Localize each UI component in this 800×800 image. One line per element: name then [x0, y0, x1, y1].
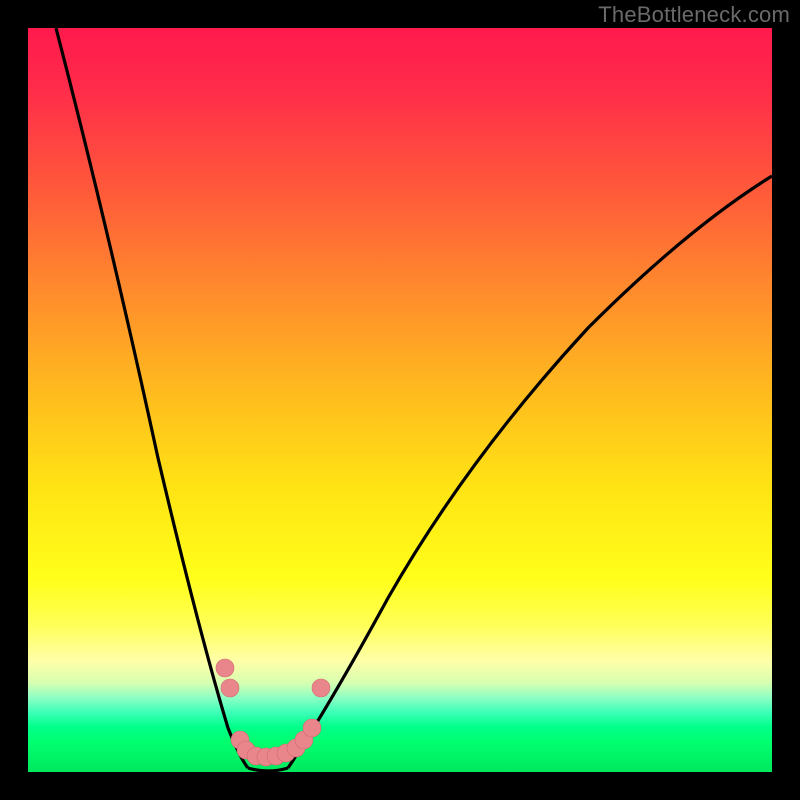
dot-icon — [221, 679, 239, 697]
chart-frame: TheBottleneck.com — [0, 0, 800, 800]
left-curve — [56, 28, 248, 768]
valley-floor — [248, 768, 288, 771]
curve-layer — [28, 28, 772, 772]
dot-icon — [303, 719, 321, 737]
plot-area — [28, 28, 772, 772]
watermark-text: TheBottleneck.com — [598, 2, 790, 28]
marker-dots — [216, 659, 330, 766]
right-curve — [288, 176, 772, 768]
dot-icon — [312, 679, 330, 697]
dot-icon — [216, 659, 234, 677]
